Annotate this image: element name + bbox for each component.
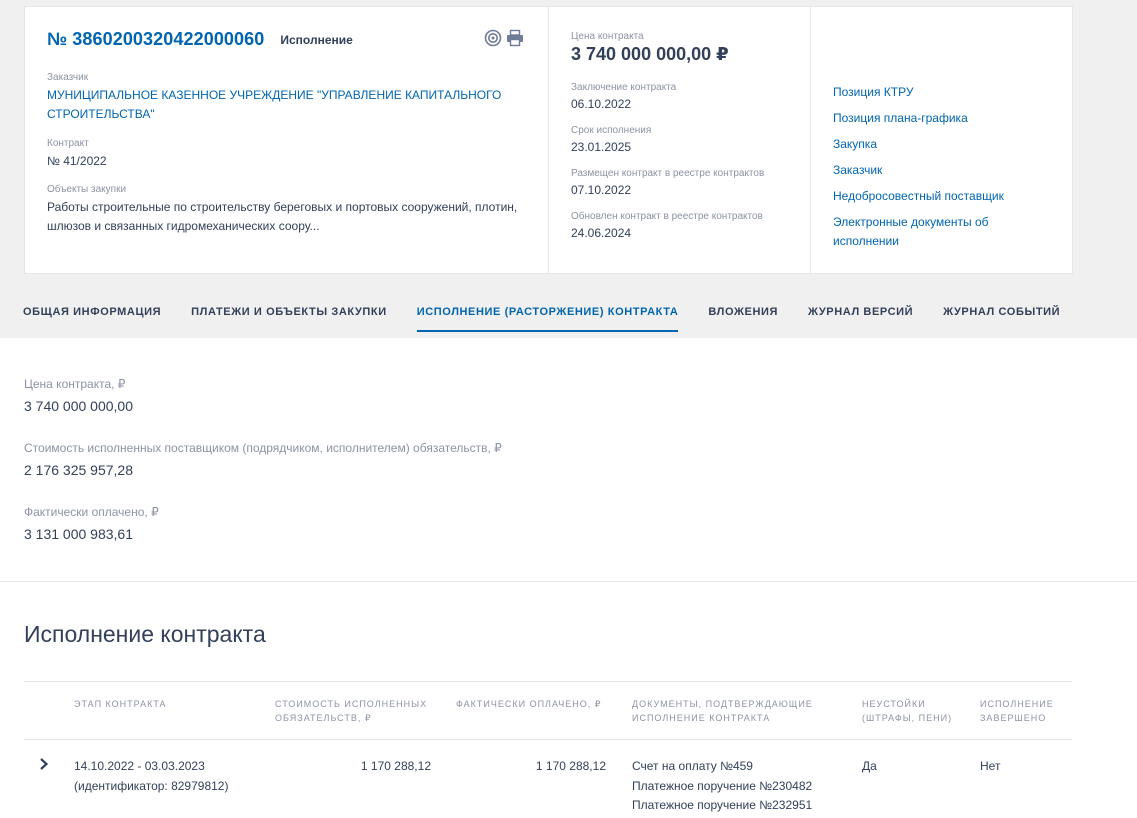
tab-general-info[interactable]: ОБЩАЯ ИНФОРМАЦИЯ bbox=[23, 306, 161, 332]
tabs-bar: ОБЩАЯ ИНФОРМАЦИЯ ПЛАТЕЖИ И ОБЪЕКТЫ ЗАКУП… bbox=[23, 306, 1090, 332]
target-icon[interactable] bbox=[484, 29, 502, 47]
row-done: Нет bbox=[980, 759, 1001, 773]
updated-value: 24.06.2024 bbox=[571, 226, 632, 240]
stage-identifier: (идентификатор: 82979812) bbox=[74, 778, 229, 793]
objects-value: Работы строительные по строительству бер… bbox=[47, 200, 518, 233]
contract-summary: Цена контракта 3 740 000 000,00 ₽ Заключ… bbox=[549, 7, 811, 273]
contract-status: Исполнение bbox=[280, 32, 353, 47]
unfair-supplier-link[interactable]: Недобросовестный поставщик bbox=[833, 187, 1050, 206]
price-value: 3 740 000 000,00 ₽ bbox=[571, 44, 729, 64]
col-done: ИСПОЛНЕНИЕ ЗАВЕРШЕНО bbox=[980, 699, 1054, 723]
execution-table: ЭТАП КОНТРАКТА СТОИМОСТЬ ИСПОЛНЕННЫХ ОБЯ… bbox=[24, 681, 1072, 818]
stage-dates: 14.10.2022 - 03.03.2023 bbox=[74, 759, 205, 773]
table-header: ЭТАП КОНТРАКТА СТОИМОСТЬ ИСПОЛНЕННЫХ ОБЯ… bbox=[24, 681, 1072, 740]
col-cost: СТОИМОСТЬ ИСПОЛНЕННЫХ ОБЯЗАТЕЛЬСТВ, ₽ bbox=[275, 699, 428, 723]
ktru-position-link[interactable]: Позиция КТРУ bbox=[833, 83, 1050, 102]
updated-label: Обновлен контракт в реестре контрактов bbox=[571, 211, 763, 222]
section-title: Исполнение контракта bbox=[24, 621, 266, 647]
plan-schedule-link[interactable]: Позиция плана-графика bbox=[833, 109, 1050, 128]
term-value: 23.01.2025 bbox=[571, 140, 632, 154]
exec-paid-label: Фактически оплачено, ₽ bbox=[24, 505, 159, 519]
objects-label: Объекты закупки bbox=[47, 184, 127, 195]
term-label: Срок исполнения bbox=[571, 125, 652, 136]
row-cost: 1 170 288,12 bbox=[360, 759, 431, 773]
exec-cost-value: 2 176 325 957,28 bbox=[24, 462, 133, 478]
chevron-right-icon[interactable] bbox=[38, 757, 50, 774]
placed-value: 07.10.2022 bbox=[571, 183, 632, 197]
print-icon[interactable] bbox=[506, 29, 524, 47]
col-paid: ФАКТИЧЕСКИ ОПЛАЧЕНО, ₽ bbox=[456, 699, 602, 709]
row-paid: 1 170 288,12 bbox=[535, 759, 606, 773]
related-links: Позиция КТРУ Позиция плана-графика Закуп… bbox=[811, 7, 1072, 273]
contract-label: Контракт bbox=[47, 138, 89, 149]
exec-price-label: Цена контракта, ₽ bbox=[24, 377, 126, 391]
doc-payment-order-1: Платежное поручение №230482 bbox=[632, 778, 813, 793]
customer-side-link[interactable]: Заказчик bbox=[833, 161, 1050, 180]
tab-version-log[interactable]: ЖУРНАЛ ВЕРСИЙ bbox=[808, 306, 913, 332]
col-penalty: НЕУСТОЙКИ (ШТРАФЫ, ПЕНИ) bbox=[862, 699, 953, 723]
doc-invoice: Счет на оплату №459 bbox=[632, 759, 753, 773]
price-label: Цена контракта bbox=[571, 31, 644, 42]
row-penalty: Да bbox=[862, 759, 877, 773]
table-row[interactable]: 14.10.2022 - 03.03.2023 (идентификатор: … bbox=[24, 740, 1072, 818]
signed-value: 06.10.2022 bbox=[571, 97, 632, 111]
tab-payments[interactable]: ПЛАТЕЖИ И ОБЪЕКТЫ ЗАКУПКИ bbox=[191, 306, 387, 332]
contract-card: № 3860200320422000060 Исполнение Заказчи… bbox=[24, 6, 1073, 274]
contract-main-info: № 3860200320422000060 Исполнение Заказчи… bbox=[25, 7, 549, 273]
signed-label: Заключение контракта bbox=[571, 82, 677, 93]
section-divider bbox=[0, 581, 1137, 582]
customer-link[interactable]: МУНИЦИПАЛЬНОЕ КАЗЕННОЕ УЧРЕЖДЕНИЕ "УПРАВ… bbox=[47, 86, 526, 124]
col-docs: ДОКУМЕНТЫ, ПОДТВЕРЖДАЮЩИЕ ИСПОЛНЕНИЕ КОН… bbox=[632, 699, 813, 723]
electronic-docs-link[interactable]: Электронные документы об исполнении bbox=[833, 213, 1013, 251]
customer-label: Заказчик bbox=[47, 72, 89, 83]
doc-payment-order-2: Платежное поручение №232951 bbox=[632, 798, 813, 812]
col-stage: ЭТАП КОНТРАКТА bbox=[74, 699, 167, 709]
tab-event-log[interactable]: ЖУРНАЛ СОБЫТИЙ bbox=[943, 306, 1060, 332]
placed-label: Размещен контракт в реестре контрактов bbox=[571, 168, 765, 179]
purchase-link[interactable]: Закупка bbox=[833, 135, 1050, 154]
contract-value: № 41/2022 bbox=[47, 154, 107, 168]
exec-price-value: 3 740 000 000,00 bbox=[24, 398, 133, 414]
tab-attachments[interactable]: ВЛОЖЕНИЯ bbox=[708, 306, 778, 332]
exec-paid-value: 3 131 000 983,61 bbox=[24, 526, 133, 542]
exec-cost-label: Стоимость исполненных поставщиком (подря… bbox=[24, 441, 502, 455]
tab-execution[interactable]: ИСПОЛНЕНИЕ (РАСТОРЖЕНИЕ) КОНТРАКТА bbox=[416, 306, 679, 332]
execution-panel: Цена контракта, ₽ 3 740 000 000,00 Стоим… bbox=[0, 338, 1137, 818]
contract-number-link[interactable]: № 3860200320422000060 bbox=[47, 29, 264, 50]
